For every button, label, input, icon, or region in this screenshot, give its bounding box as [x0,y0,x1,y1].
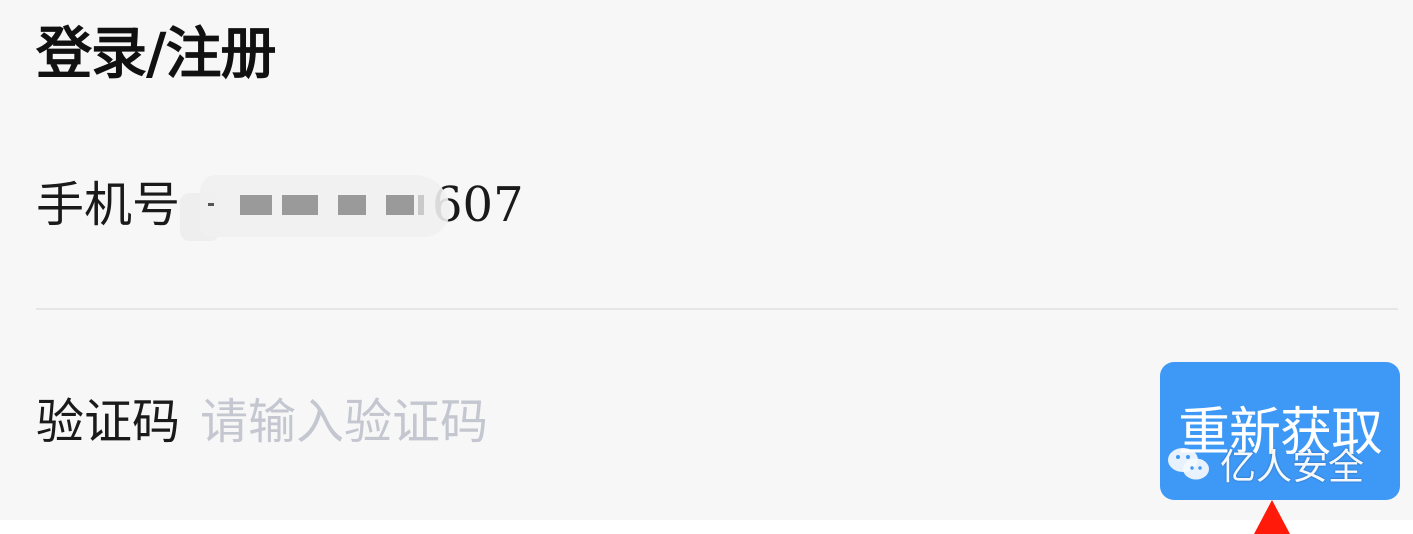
masked-digits [180,165,451,245]
verification-code-input[interactable]: 请输入验证码 [200,392,488,452]
phone-label: 手机号 [36,177,181,233]
divider [36,308,1398,310]
watermark-text: 亿人安全 [1220,447,1365,488]
red-arrow-icon [1254,500,1290,534]
watermark: 亿人安全 [1166,438,1364,490]
page-title: 登录/注册 [36,21,276,87]
verification-code-label: 验证码 [36,394,181,450]
phone-number-field[interactable]: 607 [180,165,524,245]
verification-code-row: 验证码 请输入验证码 [36,386,488,458]
phone-row: 手机号 607 [36,160,524,250]
login-panel: 登录/注册 手机号 607 验证码 请输入验证码 重新获取 亿人安全 [0,0,1413,520]
wechat-icon [1168,448,1209,480]
